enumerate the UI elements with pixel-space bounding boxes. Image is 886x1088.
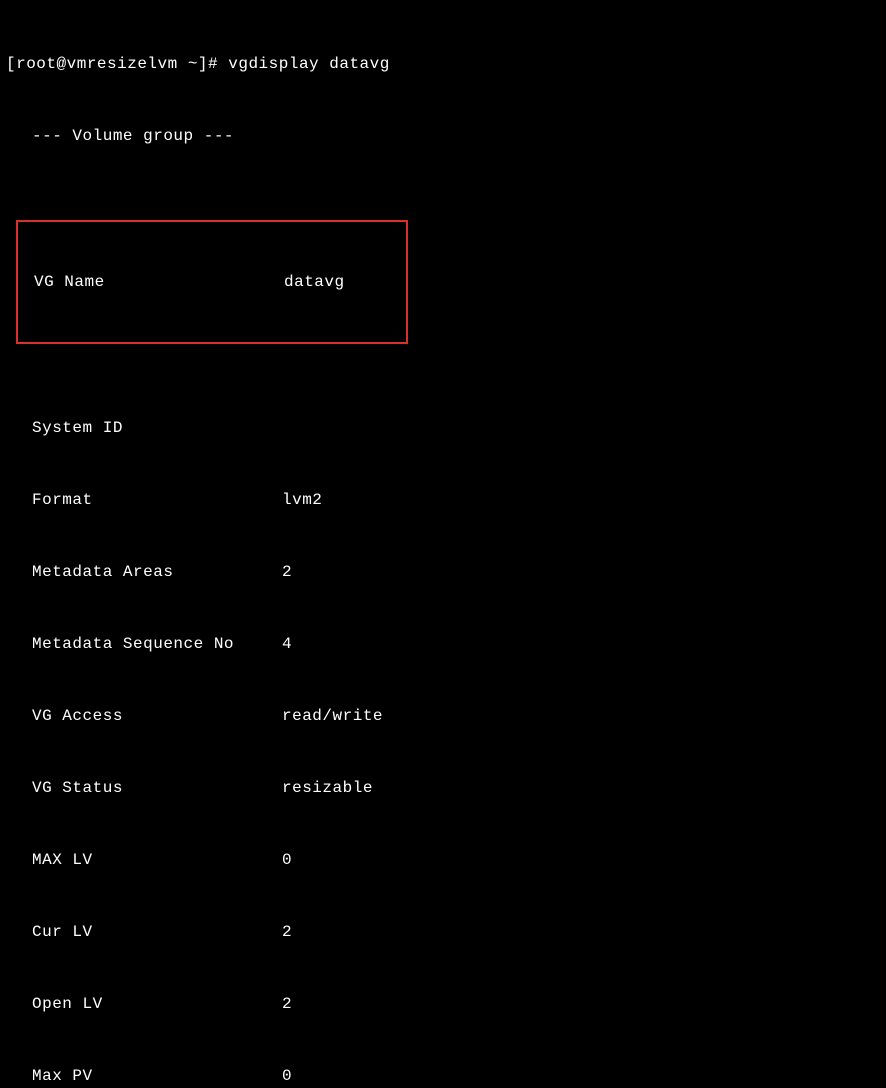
row-cur-lv: Cur LV 2	[4, 920, 882, 944]
highlight-box-vg-name: VG Name datavg	[16, 220, 408, 344]
row-metadata-areas: Metadata Areas 2	[4, 560, 882, 584]
row-max-pv: Max PV 0	[4, 1064, 882, 1088]
value-vg-access: read/write	[282, 704, 882, 728]
value-open-lv: 2	[282, 992, 882, 1016]
command-prompt: [root@vmresizelvm ~]# vgdisplay datavg	[4, 52, 882, 76]
label-vg-access: VG Access	[32, 704, 282, 728]
value-vg-name: datavg	[284, 270, 406, 294]
terminal-output: [root@vmresizelvm ~]# vgdisplay datavg -…	[4, 4, 882, 1088]
label-vg-status: VG Status	[32, 776, 282, 800]
row-vg-status: VG Status resizable	[4, 776, 882, 800]
value-system-id	[282, 416, 882, 440]
value-format: lvm2	[282, 488, 882, 512]
row-open-lv: Open LV 2	[4, 992, 882, 1016]
label-metadata-seq: Metadata Sequence No	[32, 632, 282, 656]
row-system-id: System ID	[4, 416, 882, 440]
label-vg-name: VG Name	[34, 270, 284, 294]
row-metadata-seq: Metadata Sequence No 4	[4, 632, 882, 656]
value-max-lv: 0	[282, 848, 882, 872]
row-vg-access: VG Access read/write	[4, 704, 882, 728]
label-max-pv: Max PV	[32, 1064, 282, 1088]
row-format: Format lvm2	[4, 488, 882, 512]
value-cur-lv: 2	[282, 920, 882, 944]
section-header: --- Volume group ---	[4, 124, 882, 148]
row-max-lv: MAX LV 0	[4, 848, 882, 872]
row-vg-name: VG Name datavg	[18, 270, 406, 294]
value-vg-status: resizable	[282, 776, 882, 800]
label-cur-lv: Cur LV	[32, 920, 282, 944]
value-max-pv: 0	[282, 1064, 882, 1088]
label-max-lv: MAX LV	[32, 848, 282, 872]
label-system-id: System ID	[32, 416, 282, 440]
value-metadata-areas: 2	[282, 560, 882, 584]
label-format: Format	[32, 488, 282, 512]
label-metadata-areas: Metadata Areas	[32, 560, 282, 584]
label-open-lv: Open LV	[32, 992, 282, 1016]
value-metadata-seq: 4	[282, 632, 882, 656]
